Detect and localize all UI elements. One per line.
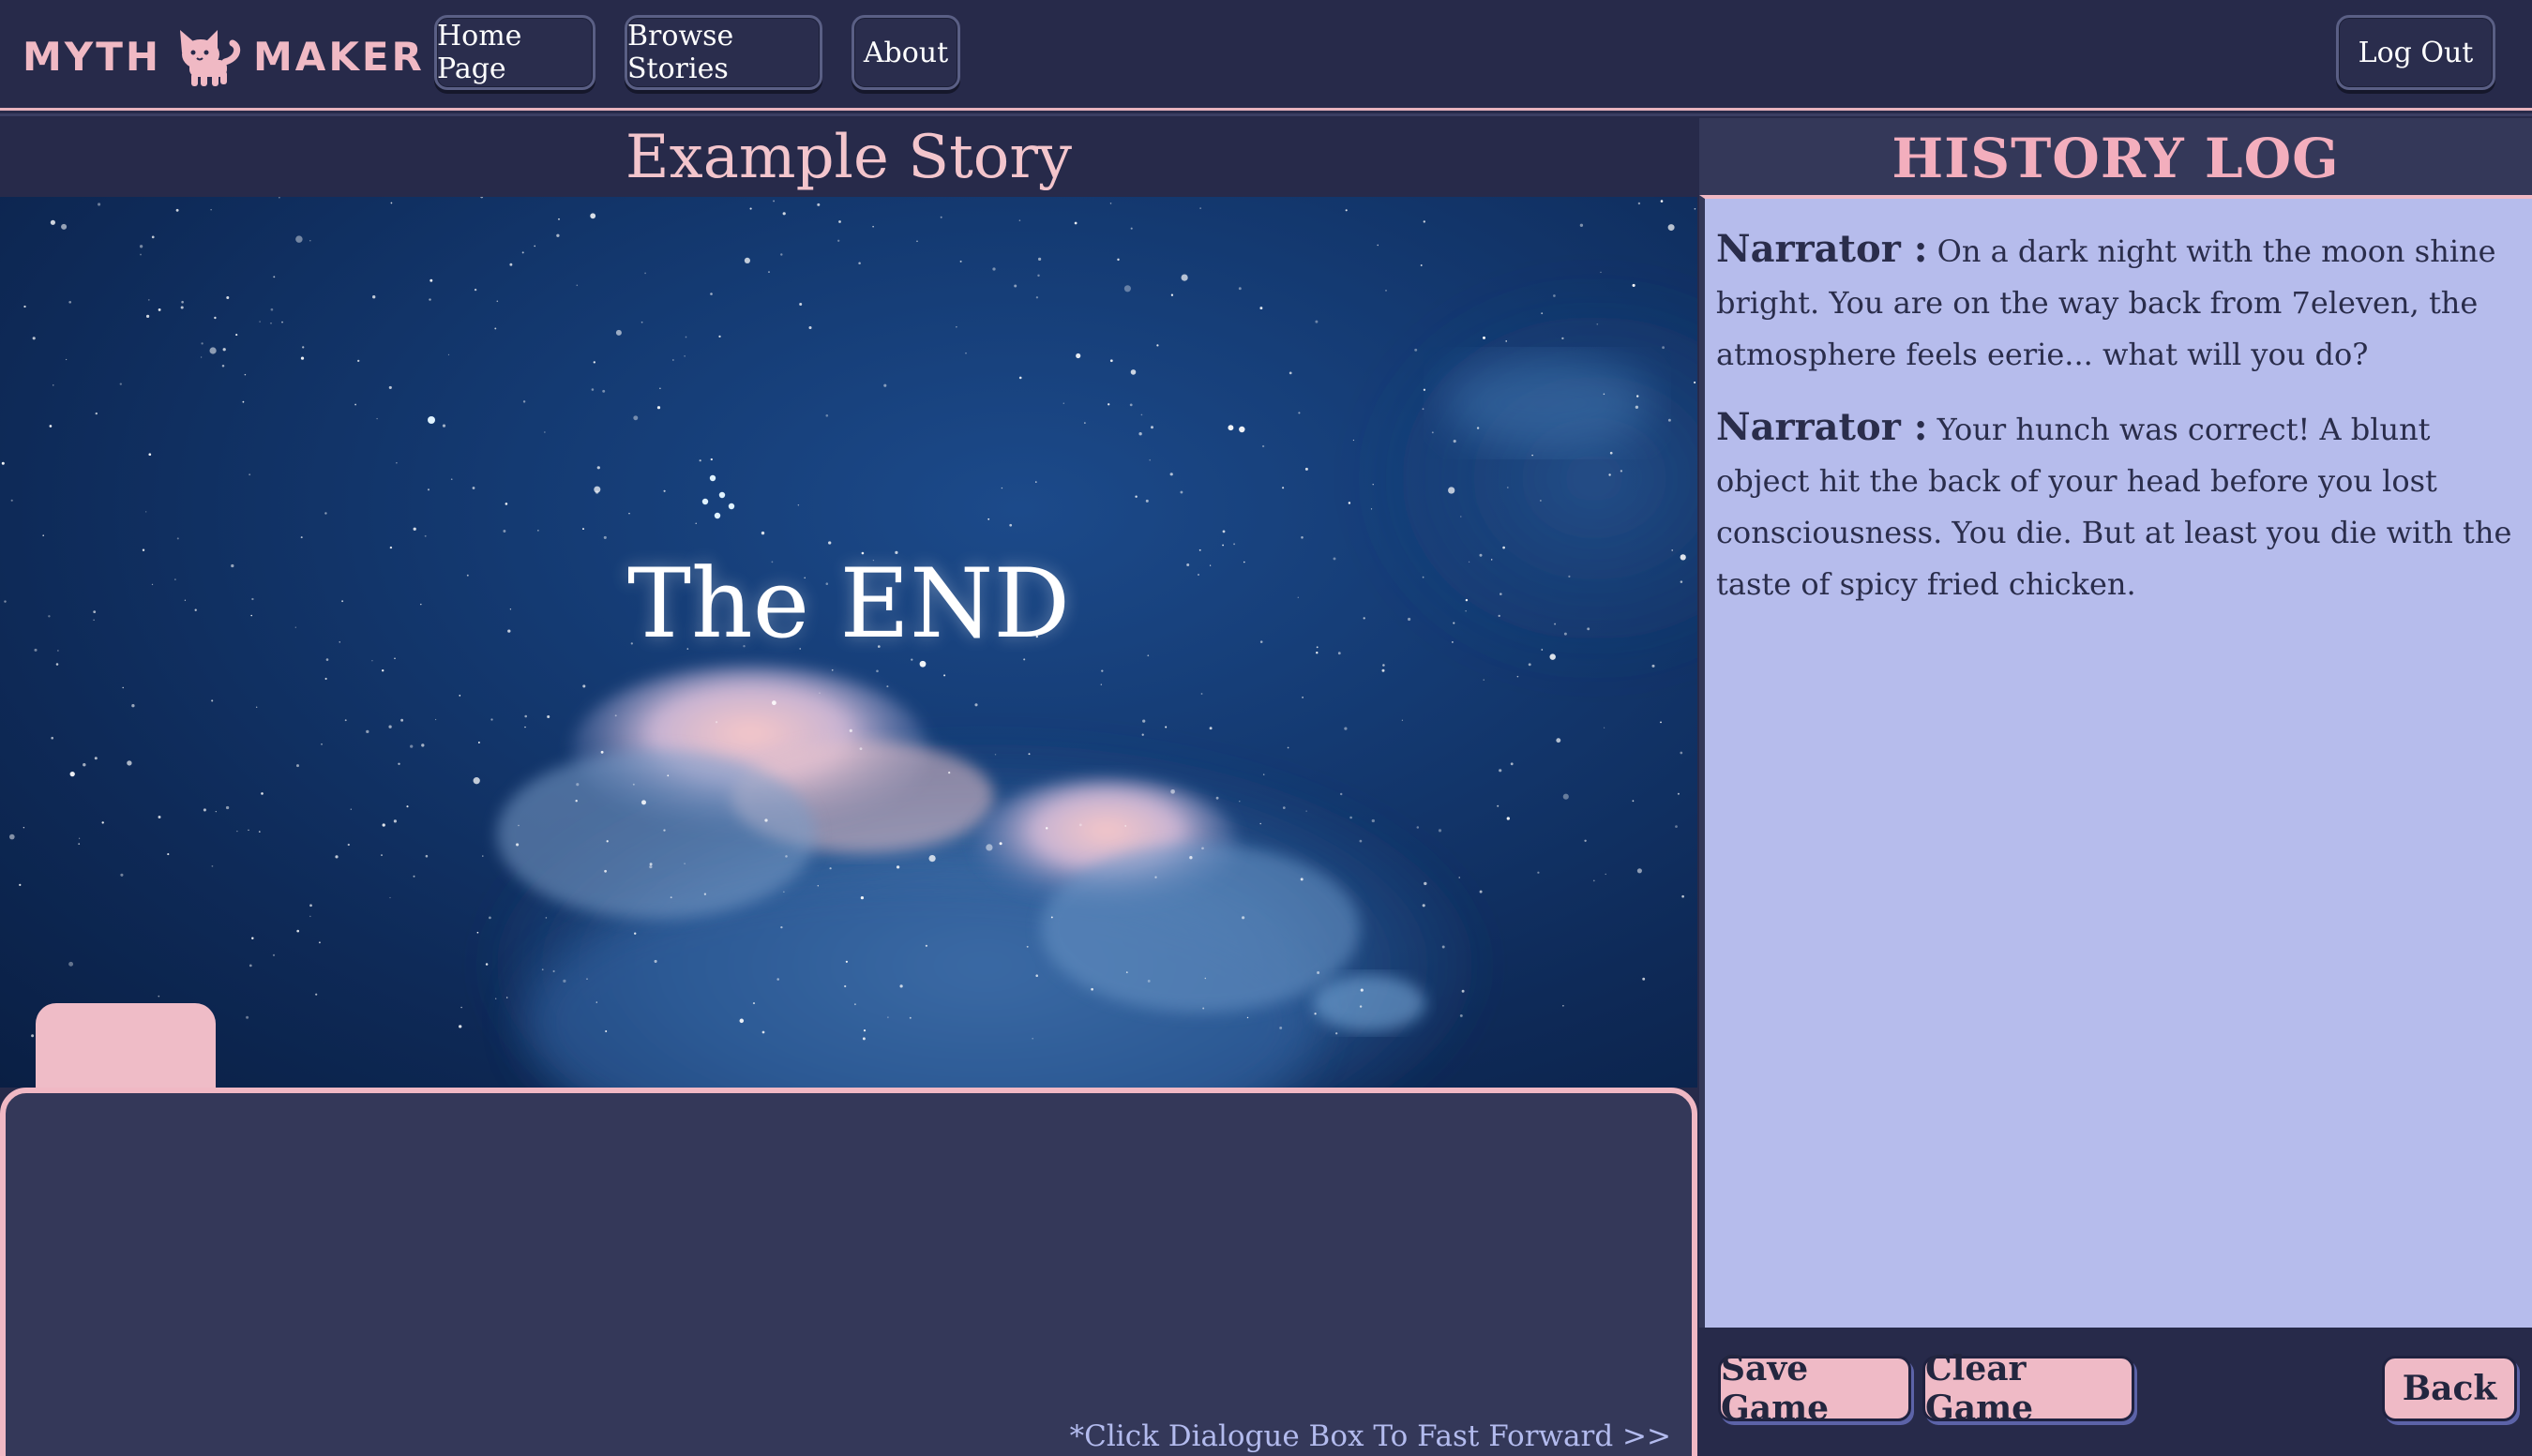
dialogue-box[interactable]: *Click Dialogue Box To Fast Forward >> <box>0 1088 1697 1456</box>
brand-word-right: MAKER <box>253 33 425 80</box>
nav-home-button[interactable]: Home Page <box>434 15 595 90</box>
nav-browse-stories-button[interactable]: Browse Stories <box>625 15 822 90</box>
nav-about-button[interactable]: About <box>852 15 960 90</box>
cat-icon <box>180 30 241 86</box>
history-header: HISTORY LOG <box>1699 118 2532 199</box>
top-navbar: MYTH MAKER Home Page Browse Stories Abou… <box>0 0 2532 116</box>
story-header: Example Story <box>0 118 1697 197</box>
clear-game-button[interactable]: Clear Game <box>1922 1349 2134 1428</box>
save-game-button[interactable]: Save Game <box>1718 1349 1911 1428</box>
brand-logo[interactable]: MYTH MAKER <box>23 23 425 90</box>
log-speaker: Narrator : <box>1716 227 1928 271</box>
history-log: Narrator : On a dark night with the moon… <box>1699 195 2532 1328</box>
log-entry: Narrator : On a dark night with the moon… <box>1716 223 2517 381</box>
end-text: The END <box>627 548 1070 660</box>
log-speaker: Narrator : <box>1716 405 1928 449</box>
back-button[interactable]: Back <box>2382 1356 2517 1421</box>
history-title: HISTORY LOG <box>1891 127 2340 190</box>
scene-background: The END <box>0 197 1697 1088</box>
history-actions: Save Game Clear Game Back <box>1699 1328 2532 1456</box>
log-entry: Narrator : Your hunch was correct! A blu… <box>1716 401 2517 610</box>
speaker-name-tab <box>36 1003 216 1097</box>
brand-word-left: MYTH <box>23 33 162 80</box>
story-title: Example Story <box>625 123 1073 192</box>
fast-forward-hint: *Click Dialogue Box To Fast Forward >> <box>1069 1419 1671 1453</box>
logout-button[interactable]: Log Out <box>2336 15 2495 90</box>
